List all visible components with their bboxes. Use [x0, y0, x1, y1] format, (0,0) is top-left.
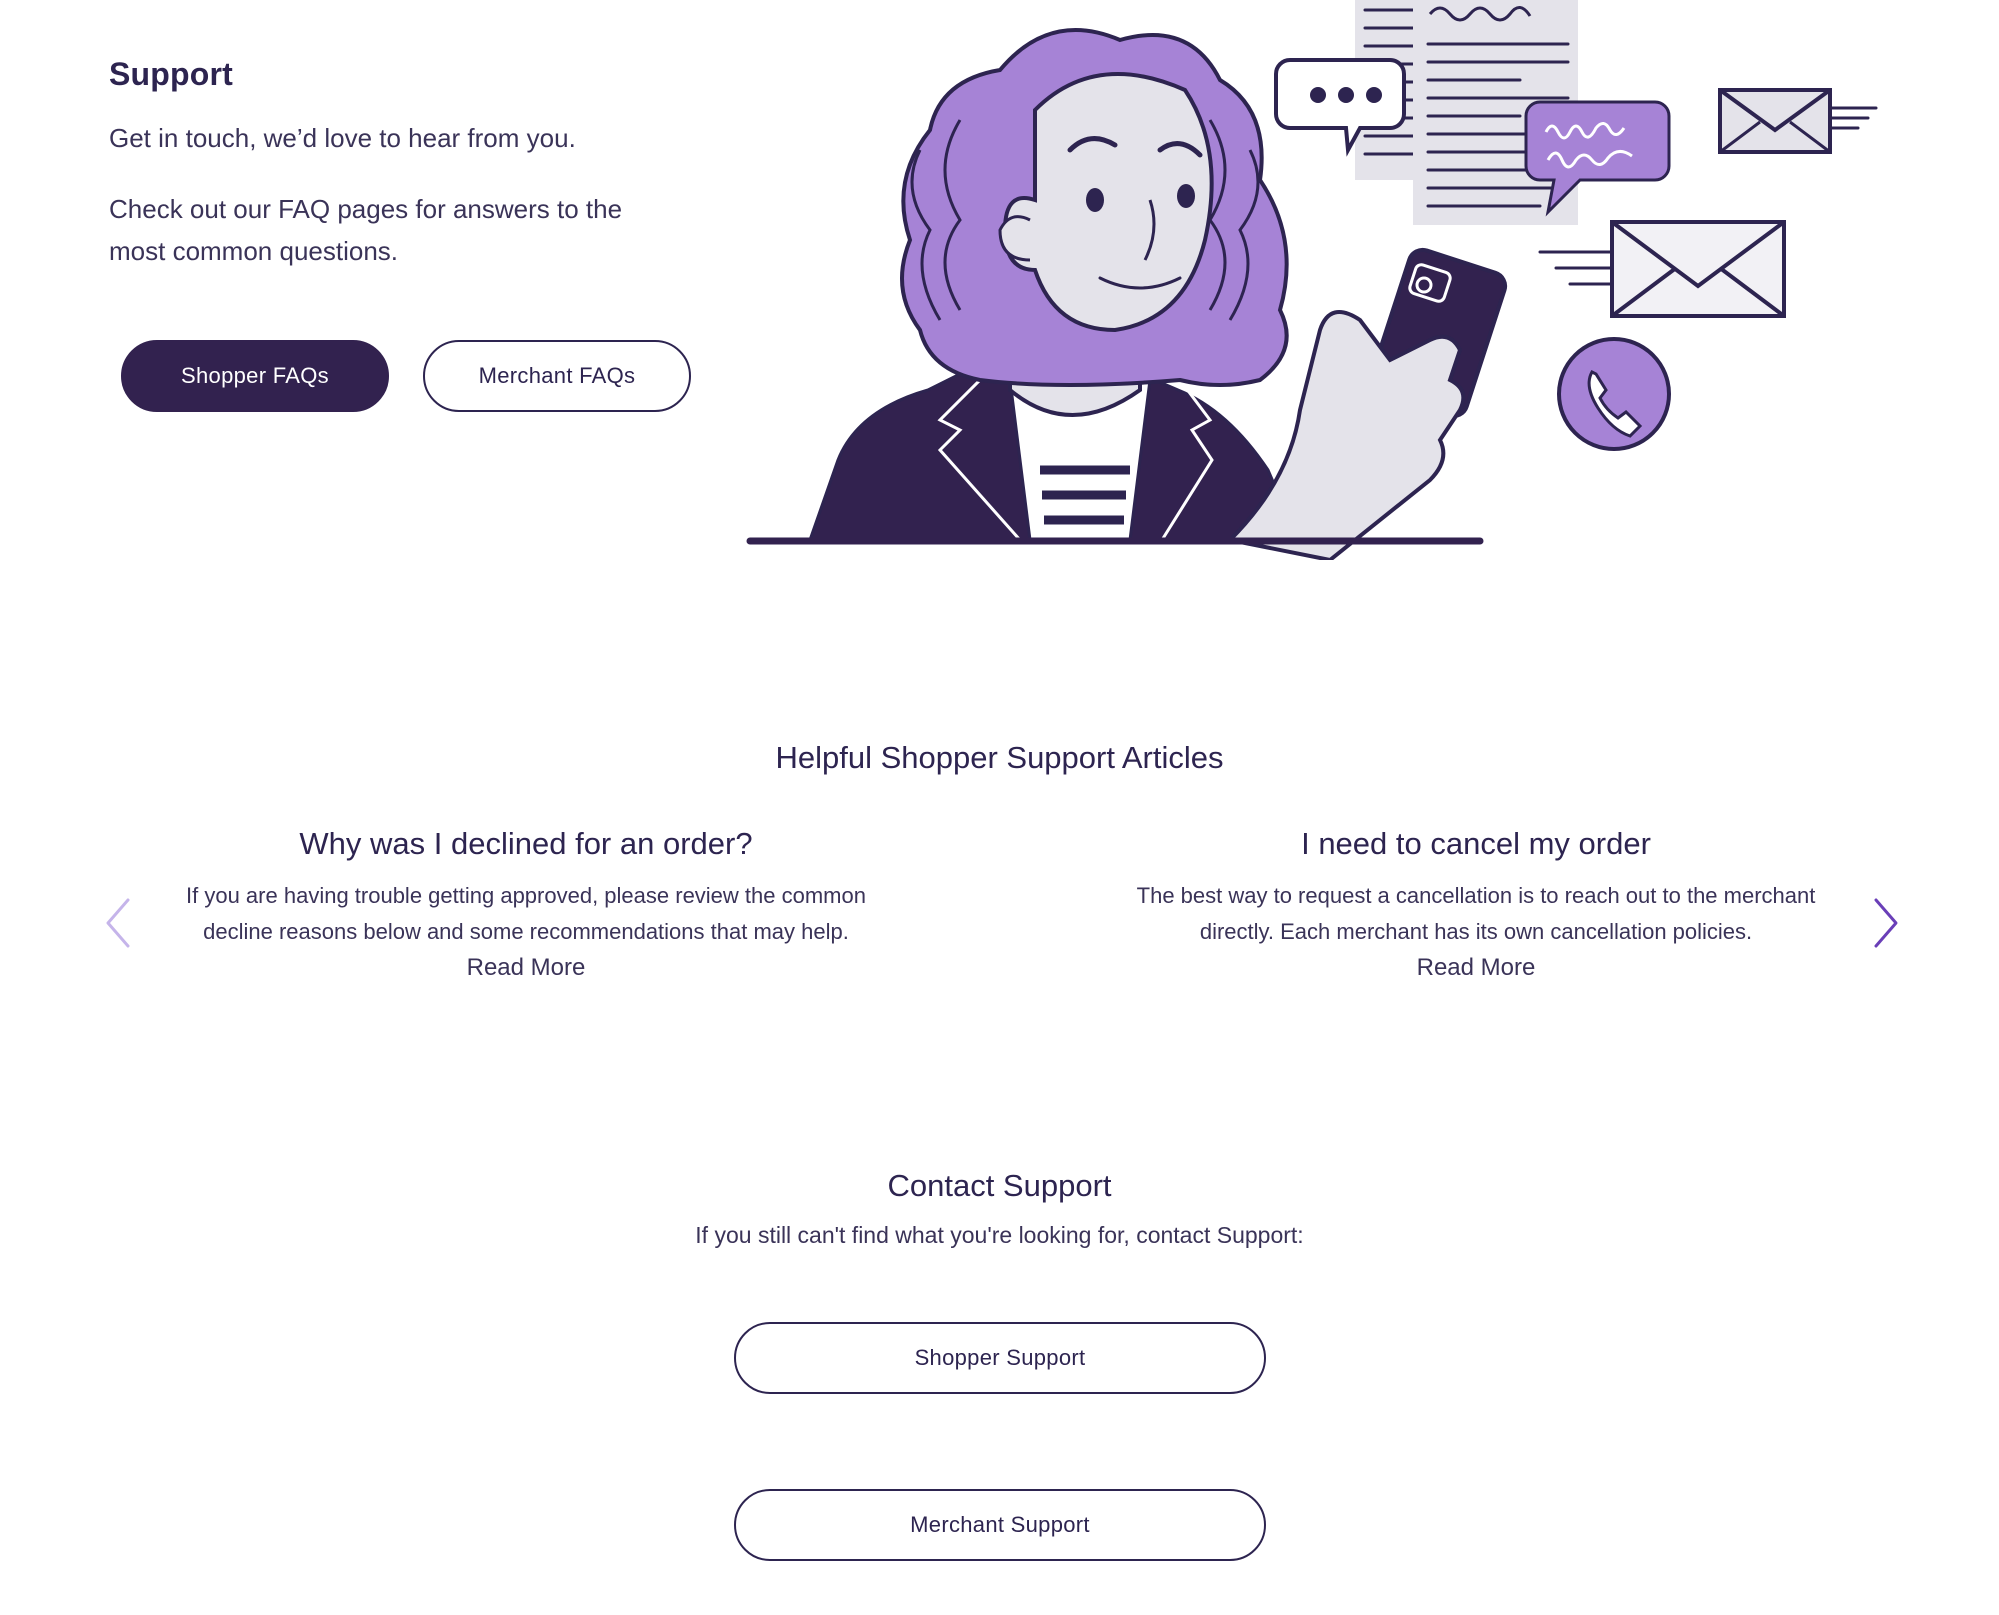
page-title: Support — [109, 56, 234, 92]
article-card: Why was I declined for an order? If you … — [180, 826, 872, 986]
article-title: I need to cancel my order — [1301, 826, 1651, 861]
shopper-faqs-button[interactable]: Shopper FAQs — [121, 340, 389, 412]
merchant-faqs-button[interactable]: Merchant FAQs — [423, 340, 691, 412]
merchant-support-button[interactable]: Merchant Support — [734, 1489, 1266, 1561]
article-body: If you are having trouble getting approv… — [186, 883, 866, 944]
contact-subtitle: If you still can't find what you're look… — [695, 1222, 1304, 1248]
article-body: The best way to request a cancellation i… — [1136, 883, 1816, 944]
read-more-link[interactable]: Read More — [180, 950, 872, 986]
hero-intro-text: Get in touch, we’d love to hear from you… — [109, 123, 576, 153]
article-title: Why was I declined for an order? — [299, 826, 753, 861]
shopper-support-button[interactable]: Shopper Support — [734, 1322, 1266, 1394]
phone-icon — [1557, 337, 1671, 451]
chevron-right-icon[interactable] — [1868, 896, 1902, 950]
hero-faq-text: Check out our FAQ pages for answers to t… — [109, 194, 623, 266]
mail-icon — [1538, 220, 1786, 318]
article-card: I need to cancel my order The best way t… — [1120, 826, 1832, 986]
envelope-icon — [1718, 88, 1878, 154]
articles-heading: Helpful Shopper Support Articles — [775, 740, 1224, 775]
chevron-left-icon[interactable] — [102, 896, 136, 950]
support-illustration — [746, 0, 1878, 560]
read-more-link[interactable]: Read More — [1120, 950, 1832, 986]
contact-heading: Contact Support — [887, 1168, 1112, 1203]
